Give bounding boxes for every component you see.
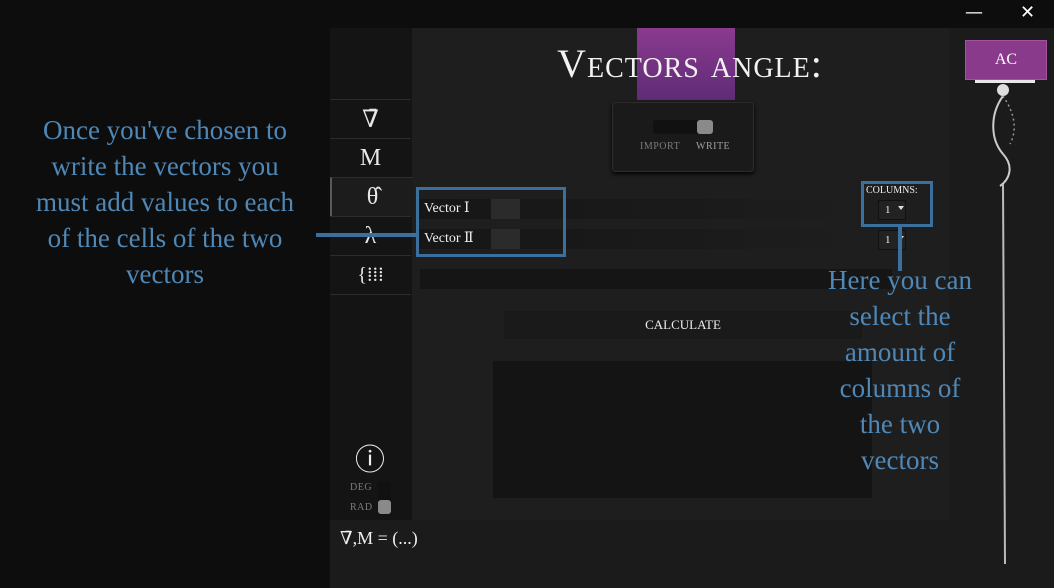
- annotation-left-line: vectors: [126, 259, 204, 289]
- mode-panel: [612, 102, 754, 172]
- annotation-left: Once you've chosen to write the vectors …: [0, 112, 330, 292]
- minimize-button[interactable]: —: [965, 3, 983, 23]
- theta-icon: θ̂: [366, 183, 379, 210]
- formula-bar: [330, 520, 1054, 588]
- vector-nabla-icon: ∇̄: [362, 106, 379, 133]
- annotation-right-line: amount of: [844, 337, 956, 367]
- ac-button[interactable]: AC: [965, 40, 1047, 80]
- annotation-left-line: of the cells of the two: [47, 223, 283, 253]
- formula-text: ∇̄,M = (...): [340, 528, 418, 548]
- close-button[interactable]: ✕: [1020, 3, 1035, 23]
- deg-label: DEG: [350, 482, 373, 493]
- mode-toggle[interactable]: [653, 120, 713, 134]
- angle-unit-toggle[interactable]: [378, 481, 391, 515]
- angle-unit-knob: [378, 500, 391, 514]
- ac-underline: [975, 80, 1035, 83]
- annotation-right-line: columns of: [839, 373, 961, 403]
- annotation-right-line: vectors: [861, 445, 939, 475]
- annotation-right: Here you can select the amount of column…: [800, 262, 1000, 478]
- vectors-highlight-box: [416, 187, 566, 257]
- annotation-left-line: Once you've chosen to: [42, 115, 288, 145]
- import-label[interactable]: IMPORT: [640, 141, 680, 152]
- info-icon[interactable]: ⓘ: [355, 435, 385, 479]
- sidebar-item-vectors[interactable]: ∇̄: [330, 99, 411, 138]
- mode-toggle-knob: [697, 120, 713, 134]
- matrix-icon: M: [359, 144, 382, 171]
- vector-2-columns-value: 1: [885, 234, 891, 246]
- annotation-right-line: the two: [859, 409, 941, 439]
- write-label[interactable]: WRITE: [696, 141, 730, 152]
- annotation-right-connector: [898, 227, 902, 271]
- page-title: Vectors angle:: [557, 41, 823, 86]
- annotation-left-line: write the vectors you: [51, 151, 279, 181]
- annotation-left-connector: [316, 233, 416, 237]
- sidebar-item-matrix[interactable]: M: [330, 138, 411, 177]
- rad-label: RAD: [350, 502, 373, 513]
- system-icon: {⁞⁞⁞: [357, 263, 384, 286]
- annotation-left-line: must add values to each: [36, 187, 294, 217]
- annotation-right-line: select the: [849, 301, 951, 331]
- sidebar-item-angle[interactable]: θ̂: [330, 177, 413, 216]
- sidebar-item-system[interactable]: {⁞⁞⁞: [330, 255, 411, 295]
- columns-highlight-box: [861, 181, 933, 227]
